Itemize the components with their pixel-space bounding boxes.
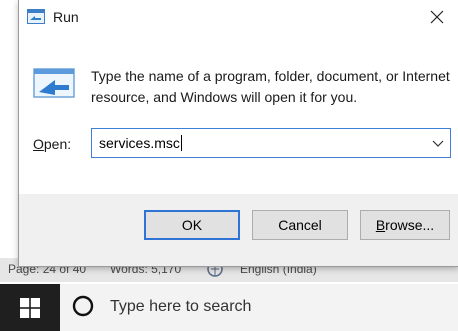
dialog-titlebar[interactable]: Run <box>19 0 458 34</box>
open-input-value: services.msc <box>99 135 180 151</box>
browse-label-rest: rowse... <box>385 217 435 233</box>
start-button[interactable] <box>0 284 60 331</box>
open-label-hotkey: O <box>33 136 44 152</box>
taskbar: Type here to search <box>0 284 458 331</box>
cortana-circle-icon <box>72 295 94 317</box>
text-caret <box>180 135 182 151</box>
dropdown-chevron-icon[interactable] <box>432 137 444 149</box>
search-placeholder: Type here to search <box>110 298 252 315</box>
dialog-title: Run <box>53 9 79 25</box>
dialog-footer: OK Cancel Browse... <box>19 194 458 266</box>
close-button[interactable] <box>415 0 458 34</box>
browse-hotkey: B <box>375 217 386 233</box>
run-app-icon <box>27 9 45 24</box>
open-label: Open: <box>33 136 71 152</box>
taskbar-search-box[interactable]: Type here to search <box>60 284 458 331</box>
run-program-icon <box>33 68 75 98</box>
open-combobox[interactable]: services.msc <box>91 128 451 158</box>
open-label-rest: pen: <box>43 136 72 152</box>
dialog-description: Type the name of a program, folder, docu… <box>91 68 450 105</box>
close-icon <box>430 10 444 24</box>
run-dialog: Run Type the name of a program, folder, … <box>18 0 458 267</box>
cancel-button[interactable]: Cancel <box>252 210 348 240</box>
browse-button[interactable]: Browse... <box>360 210 450 240</box>
open-input[interactable]: services.msc <box>99 135 182 151</box>
ok-button[interactable]: OK <box>144 210 240 240</box>
windows-logo-icon <box>20 297 40 318</box>
